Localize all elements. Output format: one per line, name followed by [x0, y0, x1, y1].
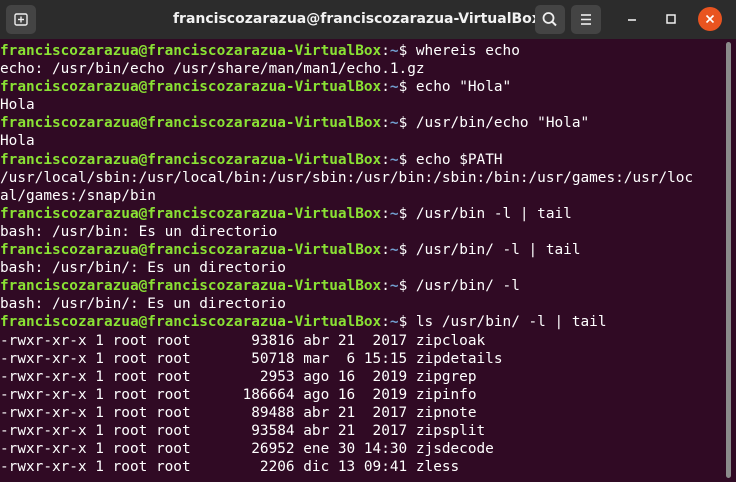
prompt-separator: : — [381, 314, 390, 331]
terminal-window: franciscozarazua@franciscozarazua-Virtua… — [0, 0, 736, 482]
output-line: -rwxr-xr-x 1 root root 89488 abr 21 2017… — [0, 404, 477, 421]
output-line: -rwxr-xr-x 1 root root 26952 ene 30 14:3… — [0, 441, 494, 458]
prompt-separator: : — [381, 151, 390, 168]
menu-button[interactable] — [571, 5, 601, 34]
minimize-icon — [628, 19, 636, 21]
hamburger-menu-icon — [581, 14, 591, 25]
output-line: bash: /usr/bin/: Es un directorio — [0, 296, 286, 313]
terminal-output[interactable]: franciscozarazua@franciscozarazua-Virtua… — [0, 42, 722, 482]
prompt-path: ~ — [389, 205, 399, 222]
command-text: /usr/bin -l | tail — [415, 205, 572, 222]
prompt-separator: : — [381, 79, 390, 96]
prompt-path: ~ — [389, 242, 399, 259]
output-line: echo: /usr/bin/echo /usr/share/man/man1/… — [0, 61, 425, 78]
maximize-icon — [666, 14, 676, 24]
prompt-symbol: $ — [398, 278, 416, 295]
prompt-user-host: franciscozarazua@franciscozarazua-Virtua… — [0, 314, 382, 331]
prompt-path: ~ — [389, 43, 399, 59]
prompt-user-host: franciscozarazua@franciscozarazua-Virtua… — [0, 115, 382, 132]
prompt-symbol: $ — [398, 79, 416, 96]
title-bar[interactable]: franciscozarazua@franciscozarazua-Virtua… — [0, 0, 736, 39]
output-line: -rwxr-xr-x 1 root root 2206 dic 13 09:41… — [0, 459, 460, 476]
command-line: franciscozarazua@franciscozarazua-Virtua… — [0, 313, 722, 331]
prompt-separator: : — [381, 205, 390, 222]
output-line: -rwxr-xr-x 1 root root 186664 ago 16 201… — [0, 386, 477, 403]
prompt-path: ~ — [389, 314, 399, 331]
scrollbar[interactable] — [726, 42, 731, 478]
prompt-symbol: $ — [398, 151, 416, 168]
command-text: echo $PATH — [415, 151, 503, 168]
prompt-symbol: $ — [398, 314, 416, 331]
maximize-button[interactable] — [659, 7, 683, 31]
prompt-symbol: $ — [398, 205, 416, 222]
output-line: bash: /usr/bin: Es un directorio — [0, 223, 278, 240]
output-line: -rwxr-xr-x 1 root root 93584 abr 21 2017… — [0, 422, 486, 439]
search-button[interactable] — [535, 5, 565, 34]
prompt-separator: : — [381, 242, 390, 259]
prompt-user-host: franciscozarazua@franciscozarazua-Virtua… — [0, 151, 382, 168]
command-text: ls /usr/bin/ -l | tail — [415, 314, 607, 331]
new-tab-button[interactable] — [6, 5, 36, 34]
prompt-path: ~ — [389, 115, 399, 132]
command-text: echo "Hola" — [415, 79, 512, 96]
output-line: -rwxr-xr-x 1 root root 50718 mar 6 15:15… — [0, 350, 503, 367]
prompt-path: ~ — [389, 278, 399, 295]
prompt-user-host: franciscozarazua@franciscozarazua-Virtua… — [0, 43, 382, 59]
output-line: -rwxr-xr-x 1 root root 2953 ago 16 2019 … — [0, 368, 477, 385]
prompt-path: ~ — [389, 151, 399, 168]
new-tab-icon — [14, 13, 28, 26]
prompt-user-host: franciscozarazua@franciscozarazua-Virtua… — [0, 242, 382, 259]
command-line: franciscozarazua@franciscozarazua-Virtua… — [0, 114, 722, 132]
prompt-path: ~ — [389, 79, 399, 96]
command-line: franciscozarazua@franciscozarazua-Virtua… — [0, 151, 722, 169]
prompt-user-host: franciscozarazua@franciscozarazua-Virtua… — [0, 79, 382, 96]
output-line: Hola — [0, 97, 35, 114]
prompt-separator: : — [381, 115, 390, 132]
command-line: franciscozarazua@franciscozarazua-Virtua… — [0, 277, 722, 295]
search-icon — [542, 12, 557, 27]
prompt-symbol: $ — [398, 242, 416, 259]
output-line: Hola — [0, 133, 35, 150]
command-line: franciscozarazua@franciscozarazua-Virtua… — [0, 241, 722, 259]
close-button[interactable] — [698, 7, 722, 31]
command-line: franciscozarazua@franciscozarazua-Virtua… — [0, 205, 722, 223]
prompt-user-host: franciscozarazua@franciscozarazua-Virtua… — [0, 205, 382, 222]
output-line: -rwxr-xr-x 1 root root 93816 abr 21 2017… — [0, 332, 486, 349]
prompt-symbol: $ — [398, 115, 416, 132]
minimize-button[interactable] — [620, 7, 644, 31]
output-line: /usr/local/sbin:/usr/local/bin:/usr/sbin… — [0, 169, 694, 186]
output-line: al/games:/snap/bin — [0, 187, 156, 204]
output-line: bash: /usr/bin/: Es un directorio — [0, 260, 286, 277]
command-text: /usr/bin/echo "Hola" — [415, 115, 590, 132]
prompt-separator: : — [381, 43, 390, 59]
command-text: /usr/bin/ -l — [415, 278, 520, 295]
prompt-user-host: franciscozarazua@franciscozarazua-Virtua… — [0, 278, 382, 295]
command-text: /usr/bin/ -l | tail — [415, 242, 581, 259]
prompt-separator: : — [381, 278, 390, 295]
command-line: franciscozarazua@franciscozarazua-Virtua… — [0, 42, 722, 60]
prompt-symbol: $ — [398, 43, 416, 59]
close-icon — [705, 14, 715, 24]
command-text: whereis echo — [415, 43, 520, 59]
command-line: franciscozarazua@franciscozarazua-Virtua… — [0, 78, 722, 96]
